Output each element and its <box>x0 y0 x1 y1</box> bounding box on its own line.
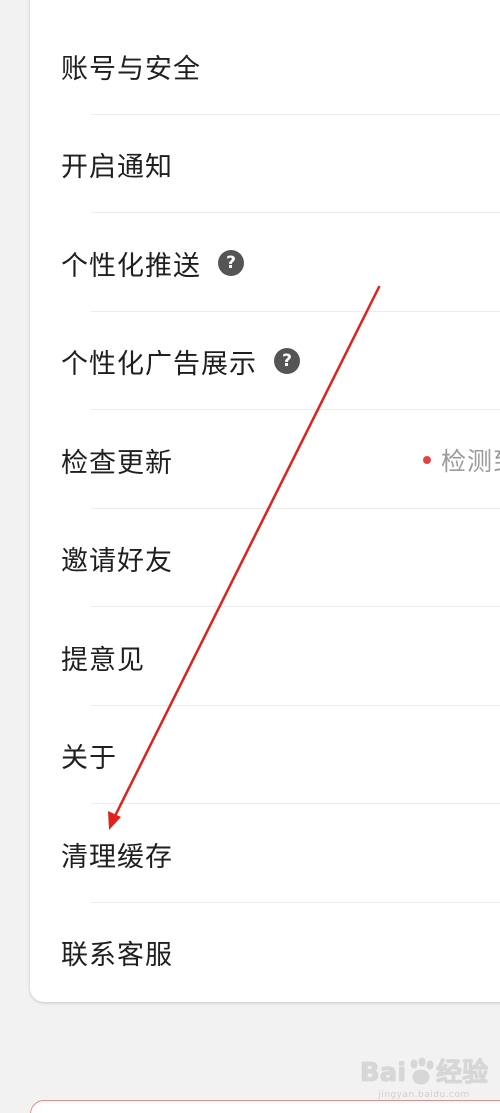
paw-icon <box>408 1058 434 1086</box>
settings-item-contact-support[interactable]: 联系客服 <box>30 903 500 1001</box>
settings-item-label: 账号与安全 <box>61 53 201 85</box>
update-status-text: 检测到新 <box>441 447 500 476</box>
settings-item-clear-cache[interactable]: 清理缓存 <box>30 805 500 903</box>
settings-item-label: 开启通知 <box>61 151 173 183</box>
help-icon[interactable]: ? <box>218 250 244 276</box>
settings-item-about[interactable]: 关于 <box>30 706 500 804</box>
settings-item-label: 邀请好友 <box>61 545 173 577</box>
settings-item-label: 清理缓存 <box>61 841 173 873</box>
update-status: 检测到新 <box>390 411 500 509</box>
settings-item-personalized-push[interactable]: 个性化推送 ? <box>30 214 500 312</box>
watermark: Bai 经验 jingyan.baidu.com <box>358 1058 490 1108</box>
divider <box>91 606 500 607</box>
divider <box>91 409 500 410</box>
settings-item-feedback[interactable]: 提意见 <box>30 608 500 706</box>
settings-screen: 账号与安全 开启通知 个性化推送 ? 个性化广告展示 ? 检查更新 检测到新 邀… <box>0 0 500 1113</box>
settings-item-notifications[interactable]: 开启通知 <box>30 115 500 213</box>
settings-item-check-updates[interactable]: 检查更新 检测到新 <box>30 411 500 509</box>
settings-item-label: 联系客服 <box>61 939 173 971</box>
divider <box>91 212 500 213</box>
settings-item-invite-friends[interactable]: 邀请好友 <box>30 509 500 607</box>
watermark-logo: Bai 经验 <box>360 1058 488 1088</box>
settings-item-account-security[interactable]: 账号与安全 <box>30 17 500 115</box>
watermark-brand-right: 经验 <box>436 1058 489 1088</box>
help-icon[interactable]: ? <box>274 348 300 374</box>
settings-item-label: 提意见 <box>61 644 145 676</box>
settings-item-label: 检查更新 <box>61 447 173 479</box>
settings-item-label: 个性化广告展示 <box>61 348 257 380</box>
watermark-url: jingyan.baidu.com <box>378 1090 470 1100</box>
update-dot-icon <box>423 456 431 464</box>
settings-item-personalized-ads[interactable]: 个性化广告展示 ? <box>30 312 500 410</box>
watermark-brand-left: Bai <box>359 1058 407 1088</box>
divider <box>91 803 500 804</box>
settings-item-label: 关于 <box>61 742 117 774</box>
settings-item-label: 个性化推送 <box>61 250 201 282</box>
